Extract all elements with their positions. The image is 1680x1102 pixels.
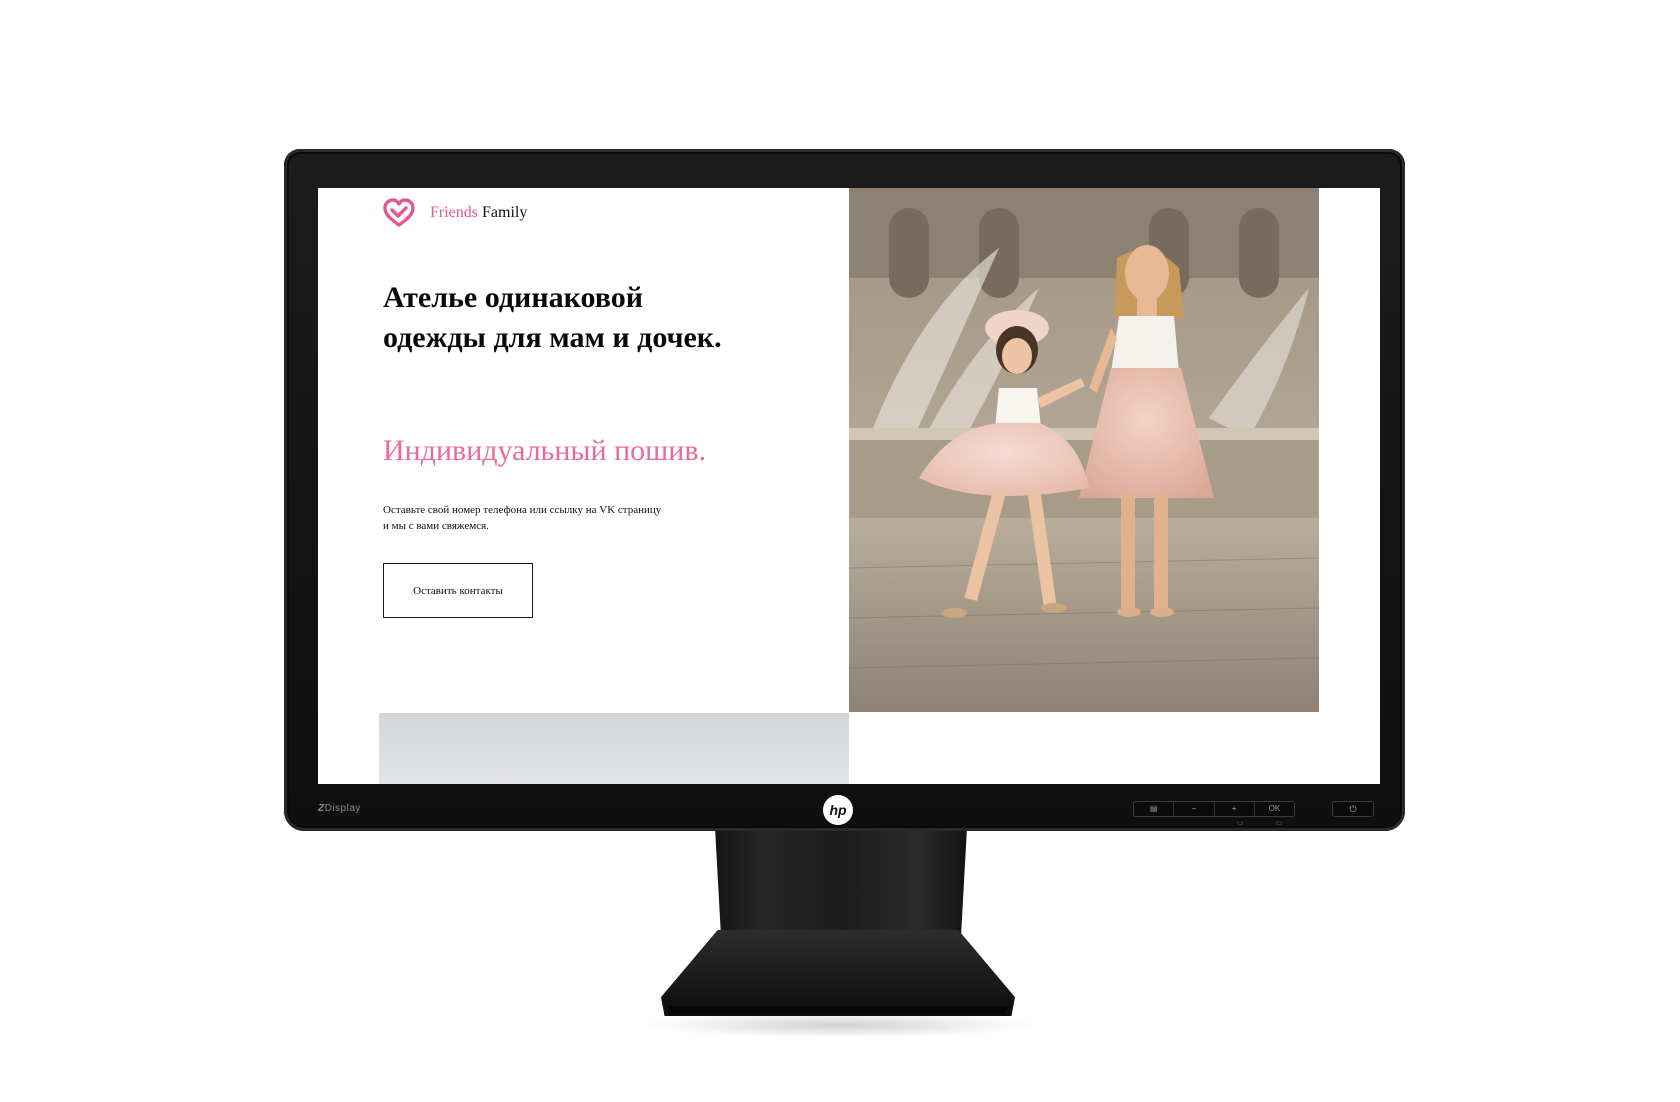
logo-word-family: Family — [482, 204, 528, 221]
grey-footer-block — [379, 713, 849, 784]
monitor-control-strip: ▤ − + OK — [1133, 801, 1295, 817]
hero-description: Оставьте свой номер телефона или ссылку … — [383, 504, 662, 532]
minus-button[interactable]: − — [1174, 802, 1215, 816]
power-button[interactable]: ⏻ — [1332, 801, 1374, 817]
hero-subtitle: Индивидуальный пошив. — [383, 434, 706, 467]
hero-title: Ателье одинаковой одежды для мам и дочек… — [383, 281, 722, 354]
input-source-icon: ▭ — [1237, 820, 1244, 827]
site-logo-text: Friends Family — [430, 204, 527, 222]
heart-logo-icon — [383, 198, 415, 227]
site-logo[interactable]: Friends Family — [382, 198, 527, 228]
ok-button[interactable]: OK — [1255, 802, 1294, 816]
plus-button[interactable]: + — [1215, 802, 1255, 816]
hp-logo: hp — [823, 795, 853, 825]
mother-daughter-photo-illustration — [849, 188, 1319, 712]
monitor-stand-base — [661, 930, 1015, 1016]
monitor-brand-label: ZDisplay — [318, 803, 361, 814]
hero-photo — [849, 188, 1319, 712]
monitor-stand-edge — [668, 1006, 1008, 1014]
scene: ZDisplay hp ▤ − + OK ▭ ▭ ⏻ Friends Famil… — [0, 0, 1680, 1102]
leave-contacts-button[interactable]: Оставить контакты — [383, 563, 533, 618]
monitor-screen: Friends Family Ателье одинаковой одежды … — [318, 188, 1380, 784]
logo-word-friends: Friends — [430, 204, 478, 221]
display-icon: ▭ — [1276, 820, 1283, 827]
menu-button[interactable]: ▤ — [1134, 802, 1175, 816]
